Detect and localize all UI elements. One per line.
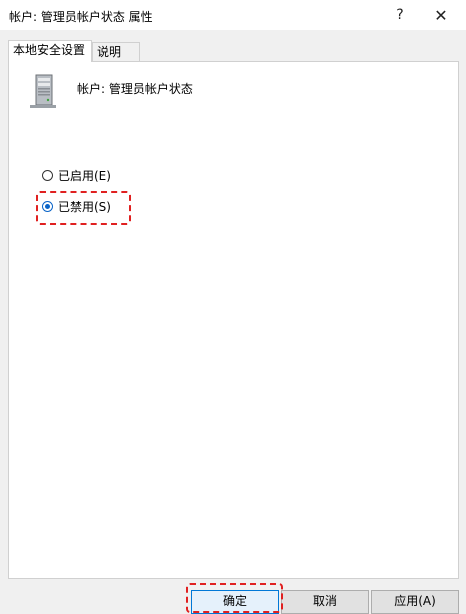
radio-circle[interactable] [42,169,53,181]
ok-button[interactable]: 确定 [191,590,279,614]
settings-panel: 帐户: 管理员帐户状态 已启用(E) 已禁用(S) [8,61,459,579]
radio-circle-checked[interactable] [42,200,53,212]
cancel-button[interactable]: 取消 [281,590,369,614]
radio-enabled-label: 已启用(E) [58,168,111,183]
tab-explain[interactable]: 说明 [92,42,140,61]
help-button[interactable]: ? [382,0,418,30]
window-title: 帐户: 管理员帐户状态 属性 [9,10,153,24]
radio-enabled[interactable]: 已启用(E) [42,166,111,184]
radio-disabled[interactable]: 已禁用(S) [42,197,111,215]
radio-disabled-label: 已禁用(S) [58,199,111,214]
title-bar: 帐户: 管理员帐户状态 属性 ? ✕ [0,0,466,30]
close-button[interactable]: ✕ [423,0,459,30]
tab-local-security-setting[interactable]: 本地安全设置 [8,40,92,62]
apply-button[interactable]: 应用(A) [371,590,459,614]
policy-name: 帐户: 管理员帐户状态 [77,82,193,96]
server-icon [30,74,56,108]
